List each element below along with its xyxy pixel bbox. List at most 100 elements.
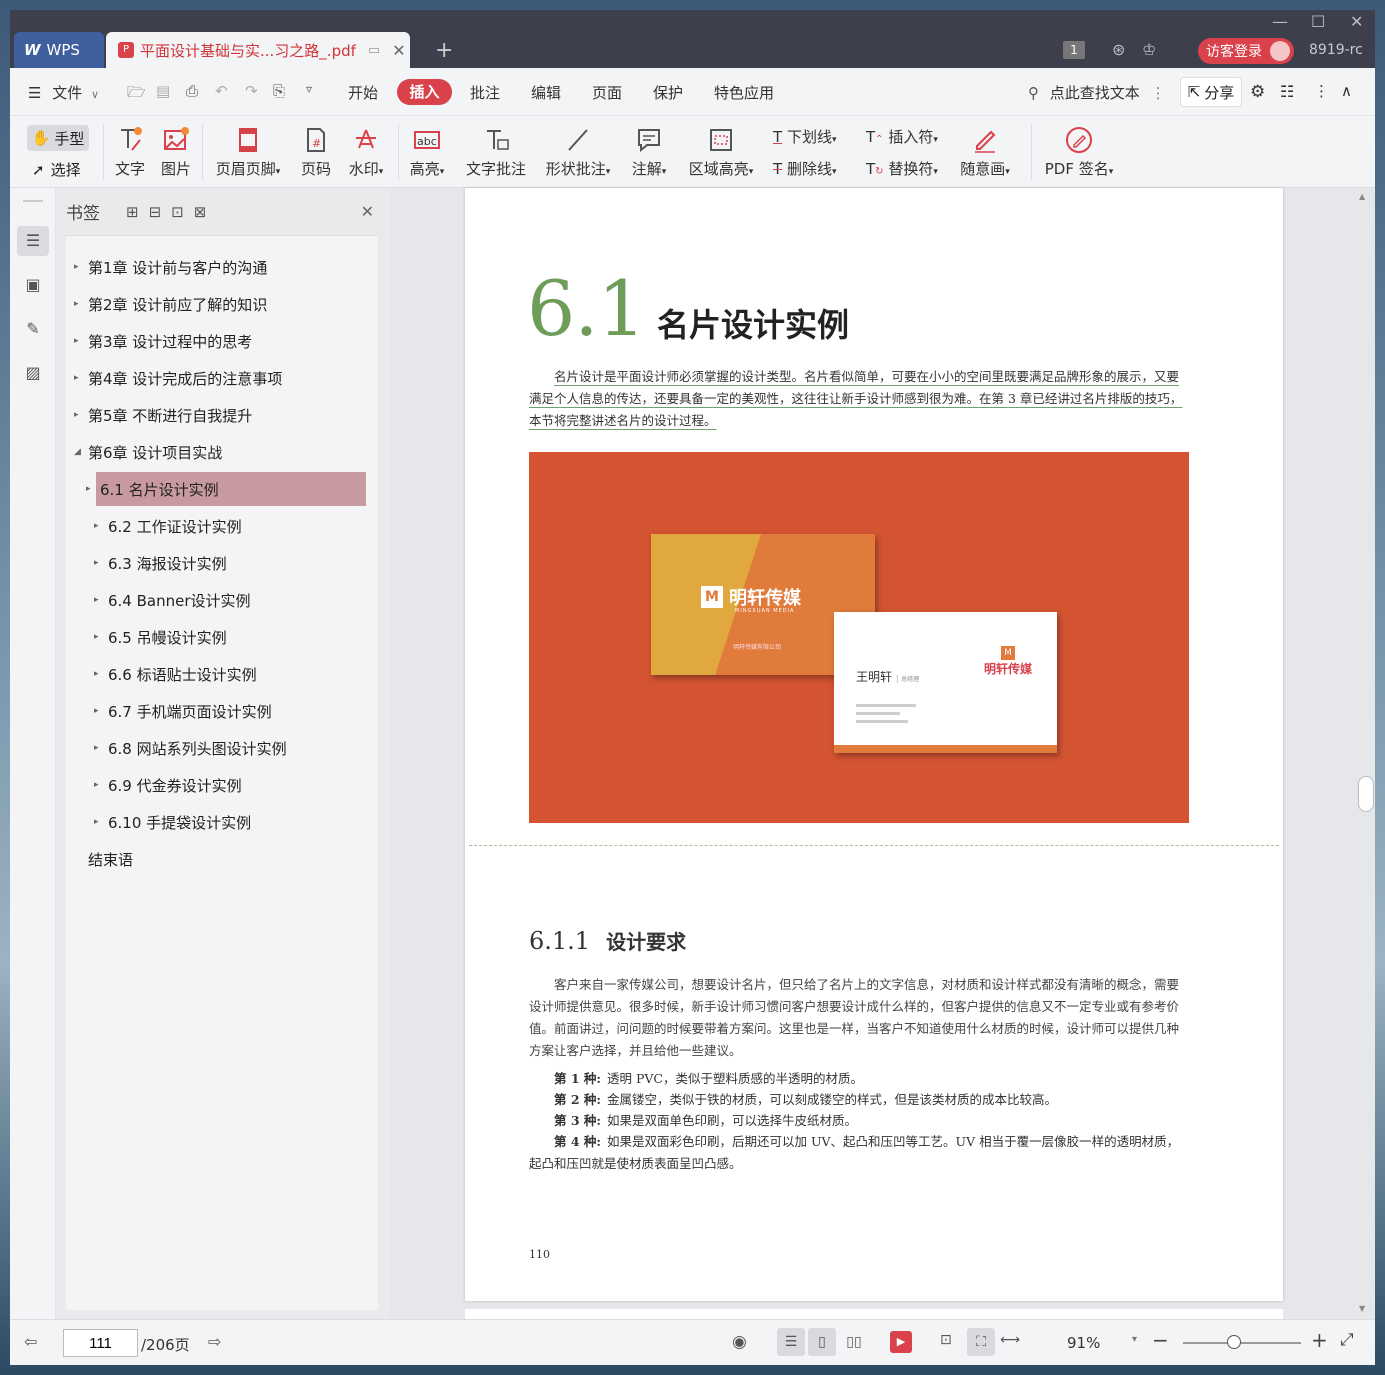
export-icon[interactable]: ⎘ (273, 82, 285, 100)
caret-right-icon[interactable]: ▸ (74, 336, 82, 346)
bookmark-item[interactable]: ▸ 6.7 手机端页面设计实例 (66, 694, 378, 728)
kebab-icon[interactable]: ⋮ (1151, 84, 1166, 102)
underline-button[interactable]: T 下划线▾ (773, 126, 837, 147)
bookmark-item[interactable]: ▸ 6.9 代金券设计实例 (66, 768, 378, 802)
menu-comment[interactable]: 批注 (470, 82, 500, 103)
bookmark-item[interactable]: ▸ 第5章 不断进行自我提升 (66, 398, 378, 432)
page-input[interactable] (63, 1329, 138, 1357)
file-menu[interactable]: ☰ 文件 ∨ (28, 82, 99, 103)
tab-document[interactable]: P 平面设计基础与实...习之路_.pdf ▭ ✕ (106, 32, 410, 68)
bookmark-item[interactable]: ▸ 6.5 吊幔设计实例 (66, 620, 378, 654)
caret-right-icon[interactable]: ▸ (86, 484, 94, 494)
scrollbar-up-icon[interactable]: ▲ (1359, 192, 1365, 201)
caret-right-icon[interactable]: ▸ (74, 373, 82, 383)
zoom-value[interactable]: 91% (1067, 1334, 1100, 1352)
insert-mark-button[interactable]: T⌃ 插入符▾ (866, 126, 938, 147)
bookmark-item[interactable]: ▸ 6.8 网站系列头图设计实例 (66, 731, 378, 765)
message-icon[interactable]: ☷ (1280, 82, 1294, 101)
pdf-sign-button[interactable]: PDF 签名▾ (1042, 126, 1116, 179)
header-footer-button[interactable]: 页眉页脚▾ (210, 126, 286, 179)
double-page-icon[interactable]: ▯▯ (840, 1328, 868, 1356)
page-number-button[interactable]: # 页码 (299, 126, 333, 179)
caret-right-icon[interactable]: ▸ (94, 558, 102, 568)
insert-image-button[interactable]: 图片 (158, 126, 194, 179)
caret-right-icon[interactable]: ▸ (94, 669, 102, 679)
minimize-icon[interactable]: — (1272, 12, 1288, 31)
attachment-icon[interactable]: ▨ (17, 358, 49, 388)
login-button[interactable]: 访客登录 (1198, 38, 1294, 64)
menu-special[interactable]: 特色应用 (714, 82, 774, 103)
caret-right-icon[interactable]: ▸ (74, 299, 82, 309)
menu-start[interactable]: 开始 (348, 82, 378, 103)
bookmark-item[interactable]: ◢ 第6章 设计项目实战 (66, 435, 378, 469)
add-bookmark-icon[interactable]: ⊞ (126, 203, 139, 221)
caret-right-icon[interactable]: ▸ (94, 817, 102, 827)
caret-right-icon[interactable]: ▸ (74, 262, 82, 272)
menu-page[interactable]: 页面 (592, 82, 622, 103)
search-box[interactable]: ⚲ 点此查找文本 ⋮ (1028, 82, 1166, 103)
replace-mark-button[interactable]: T↻ 替换符▾ (866, 158, 938, 179)
more-dropdown-icon[interactable]: ▿ (306, 82, 312, 96)
menu-edit[interactable]: 编辑 (531, 82, 561, 103)
redo-icon[interactable]: ↷ (245, 82, 258, 100)
caret-right-icon[interactable]: ▸ (74, 410, 82, 420)
scrollbar-thumb[interactable] (1358, 776, 1374, 812)
zoom-out-icon[interactable]: − (1152, 1328, 1169, 1352)
tab-wps-home[interactable]: W WPS (14, 32, 104, 68)
bookmark-item[interactable]: ▸ 第1章 设计前与客户的沟通 (66, 250, 378, 284)
continuous-view-icon[interactable]: ☰ (777, 1328, 805, 1356)
bookmark-item[interactable]: 结束语 (66, 842, 378, 876)
watermark-button[interactable]: 水印▾ (343, 126, 389, 179)
shirt-icon[interactable]: ♔ (1142, 40, 1156, 59)
menu-protect[interactable]: 保护 (653, 82, 683, 103)
bookmark-panel-icon[interactable]: ☰ (17, 226, 49, 256)
hand-tool-button[interactable]: ✋ 手型 (27, 125, 89, 151)
fit-width-icon[interactable]: ⟷ (1000, 1332, 1020, 1348)
caret-right-icon[interactable]: ▸ (94, 743, 102, 753)
skin-icon[interactable]: ⊛ (1112, 40, 1125, 59)
single-page-icon[interactable]: ▯ (808, 1328, 836, 1356)
more-icon[interactable]: ⋮ (1314, 82, 1329, 100)
area-highlight-button[interactable]: 区域高亮▾ (686, 126, 756, 179)
zoom-in-icon[interactable]: + (1311, 1328, 1328, 1352)
fit-page-icon[interactable]: ⛶ (967, 1328, 995, 1356)
expand-bookmark-icon[interactable]: ⊡ (171, 203, 184, 221)
close-panel-icon[interactable]: ✕ (361, 202, 374, 221)
bookmark-item[interactable]: ▸ 6.1 名片设计实例 (86, 472, 366, 506)
zoom-slider-thumb[interactable] (1227, 1335, 1241, 1349)
add-child-bookmark-icon[interactable]: ⊟ (149, 203, 162, 221)
collapse-ribbon-icon[interactable]: ∧ (1341, 82, 1352, 100)
undo-icon[interactable]: ↶ (215, 82, 228, 100)
eye-icon[interactable]: ◉ (732, 1332, 747, 1352)
close-tab-icon[interactable]: ✕ (392, 41, 405, 60)
zoom-slider[interactable] (1183, 1335, 1301, 1349)
actual-size-icon[interactable]: ⊡ (940, 1332, 952, 1348)
open-icon[interactable]: 🗁 (127, 82, 146, 107)
bookmark-item[interactable]: ▸ 第3章 设计过程中的思考 (66, 324, 378, 358)
bookmark-item[interactable]: ▸ 6.6 标语贴士设计实例 (66, 657, 378, 691)
bookmark-options-icon[interactable]: ⊠ (194, 203, 207, 221)
bookmark-item[interactable]: ▸ 6.3 海报设计实例 (66, 546, 378, 580)
maximize-icon[interactable]: ☐ (1311, 12, 1325, 31)
new-tab-button[interactable]: + (435, 38, 453, 63)
share-button[interactable]: ⇱ 分享 (1180, 77, 1242, 107)
highlight-button[interactable]: abc 高亮▾ (406, 126, 448, 179)
next-page-icon[interactable]: ⇨ (208, 1332, 221, 1351)
bookmark-item[interactable]: ▸ 第2章 设计前应了解的知识 (66, 287, 378, 321)
bookmark-item[interactable]: ▸ 6.2 工作证设计实例 (66, 509, 378, 543)
shape-comment-button[interactable]: 形状批注▾ (541, 126, 615, 179)
caret-right-icon[interactable]: ▸ (94, 632, 102, 642)
menu-insert[interactable]: 插入 (397, 79, 452, 105)
freehand-button[interactable]: 随意画▾ (956, 126, 1014, 179)
bookmark-item[interactable]: ▸ 6.10 手提袋设计实例 (66, 805, 378, 839)
caret-right-icon[interactable]: ▸ (94, 595, 102, 605)
prev-page-icon[interactable]: ⇦ (24, 1332, 37, 1351)
settings-icon[interactable]: ⚙ (1250, 82, 1265, 102)
thumbnail-icon[interactable]: ▣ (17, 270, 49, 300)
close-window-icon[interactable]: ✕ (1350, 12, 1363, 31)
note-button[interactable]: 注解▾ (627, 126, 671, 179)
play-icon[interactable]: ▶ (890, 1331, 912, 1353)
bookmark-item[interactable]: ▸ 第4章 设计完成后的注意事项 (66, 361, 378, 395)
caret-right-icon[interactable]: ▸ (94, 706, 102, 716)
select-tool-button[interactable]: ➚ 选择 (32, 159, 81, 180)
